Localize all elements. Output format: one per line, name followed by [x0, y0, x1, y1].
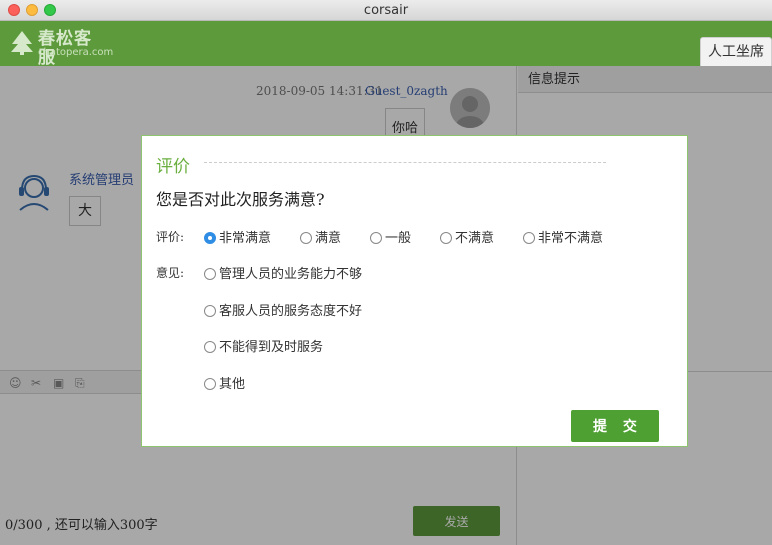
radio-icon[interactable]	[204, 268, 216, 280]
dialog-question: 您是否对此次服务满意?	[156, 190, 325, 209]
radio-icon[interactable]	[523, 232, 535, 244]
radio-icon[interactable]	[204, 305, 216, 317]
close-window-button[interactable]	[8, 4, 20, 16]
logo: 春松客服 chatopera.com	[9, 30, 113, 68]
tab-agent-seat[interactable]: 人工坐席	[700, 37, 772, 66]
radio-icon[interactable]	[440, 232, 452, 244]
opinion-label: 意见:	[156, 266, 185, 280]
radio-icon[interactable]	[300, 232, 312, 244]
tree-logo-icon	[11, 31, 33, 55]
dialog-title: 评价	[156, 157, 190, 177]
radio-icon[interactable]	[204, 378, 216, 390]
rating-option-unsatisfied[interactable]: 不满意	[440, 227, 494, 246]
minimize-window-button[interactable]	[26, 4, 38, 16]
window-titlebar: corsair	[0, 0, 772, 21]
submit-button[interactable]: 提 交	[571, 410, 659, 442]
radio-icon[interactable]	[370, 232, 382, 244]
rating-dialog: 评价 您是否对此次服务满意? 评价: 非常满意 满意 一般 不满意 非常不满意 …	[141, 135, 688, 447]
logo-domain: chatopera.com	[38, 47, 114, 58]
opinion-option-other[interactable]: 其他	[204, 373, 245, 392]
rating-option-neutral[interactable]: 一般	[370, 227, 411, 246]
radio-icon[interactable]	[204, 341, 216, 353]
radio-selected-icon[interactable]	[204, 232, 216, 244]
rating-option-very-unsatisfied[interactable]: 非常不满意	[523, 227, 603, 246]
opinion-option-service-attitude[interactable]: 客服人员的服务态度不好	[204, 300, 362, 319]
app-header: 春松客服 chatopera.com 人工坐席	[0, 21, 772, 68]
opinion-option-not-timely[interactable]: 不能得到及时服务	[204, 336, 323, 355]
rating-option-very-satisfied[interactable]: 非常满意	[204, 227, 271, 246]
maximize-window-button[interactable]	[44, 4, 56, 16]
opinion-option-business-ability[interactable]: 管理人员的业务能力不够	[204, 263, 362, 282]
divider	[204, 162, 606, 163]
window-title: corsair	[363, 3, 409, 18]
rating-label: 评价:	[156, 230, 185, 244]
rating-option-satisfied[interactable]: 满意	[300, 227, 341, 246]
